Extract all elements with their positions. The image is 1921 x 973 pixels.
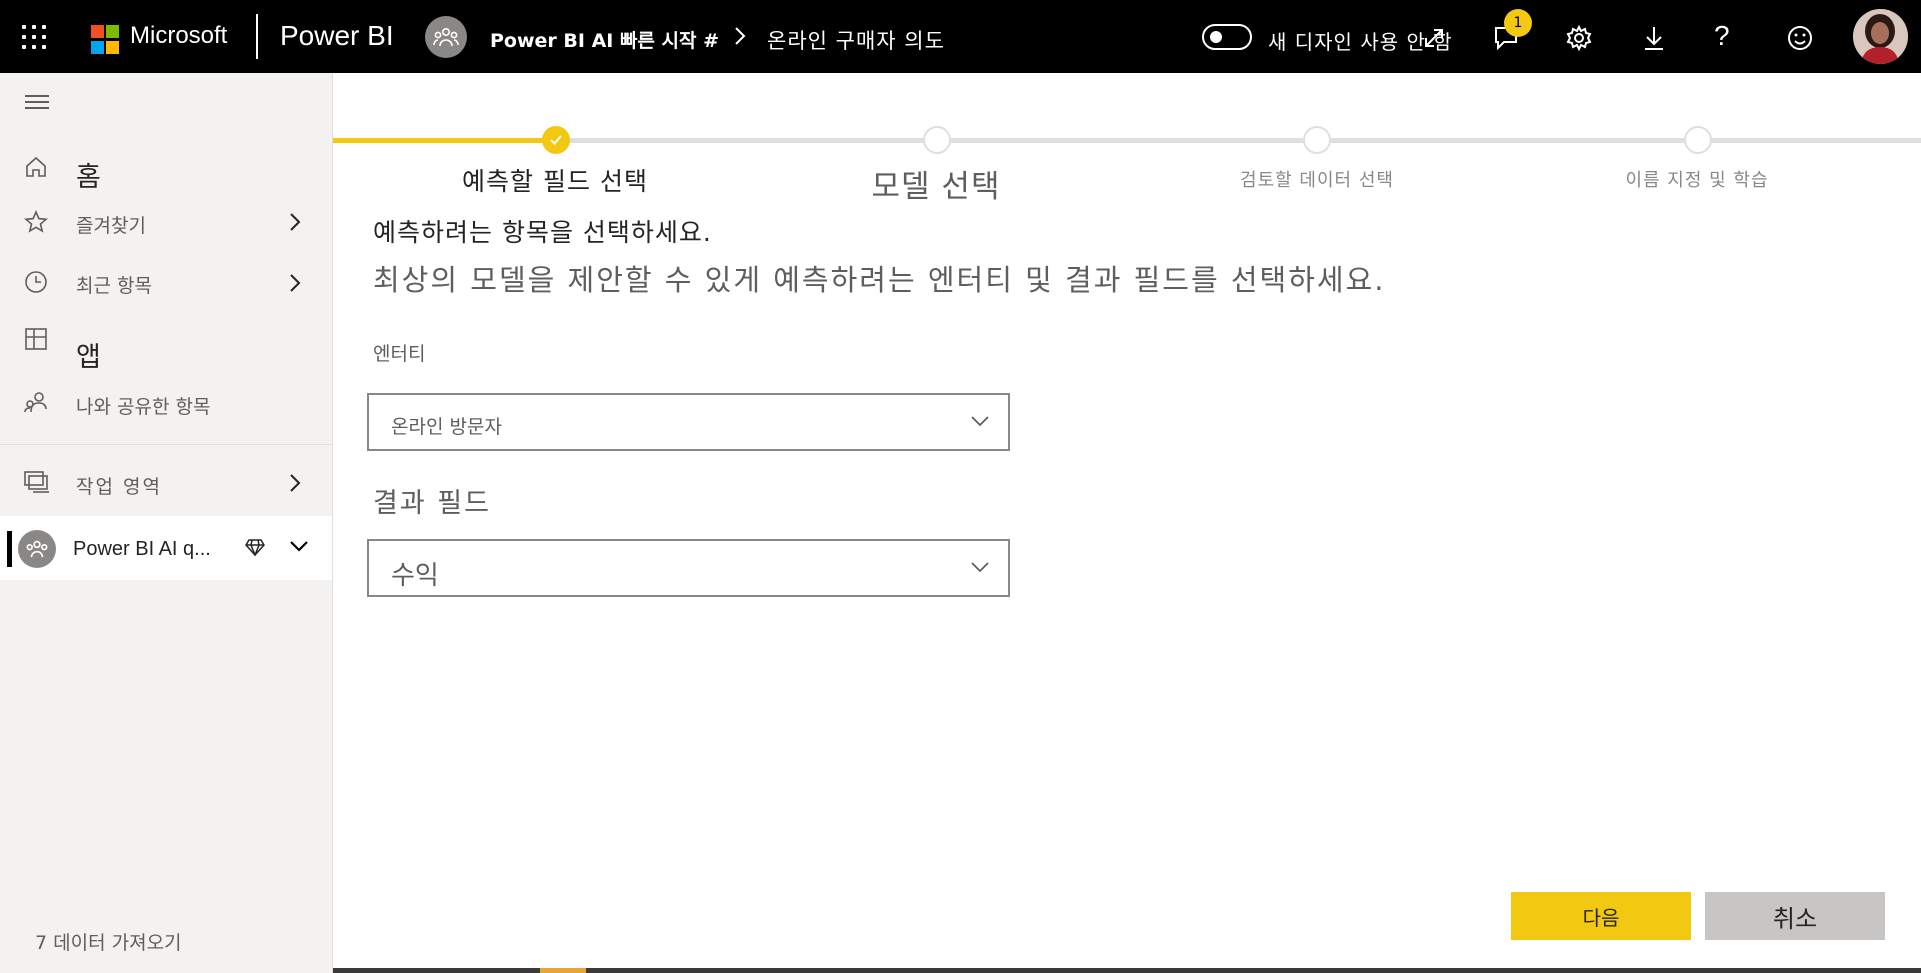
sidebar-item-label: 즐겨찾기 [76,215,146,237]
sidebar-item-favorites[interactable]: 즐겨찾기 [0,197,332,247]
apps-icon [24,327,48,355]
bottom-strip [333,968,1921,973]
outcome-field-dropdown[interactable]: 수익 [367,539,1010,597]
step-1-check-icon [542,126,570,154]
hamburger-icon[interactable] [25,95,49,111]
sidebar-active-workspace[interactable]: Power BI AI q... [0,516,332,580]
workspace-icon[interactable] [425,16,467,58]
step-4-label: 이름 지정 및 학습 [1625,170,1769,191]
active-indicator [7,531,12,567]
premium-diamond-icon [245,538,265,560]
workspace-name: Power BI AI q... [73,538,211,560]
star-icon [24,209,48,238]
new-design-toggle[interactable] [1202,24,1252,50]
brand-name: Microsoft [130,22,228,49]
entity-label: 엔터티 [373,343,426,365]
sidebar-item-shared[interactable]: 나와 공유한 항목 [0,378,332,428]
microsoft-logo [91,25,120,54]
wizard-progress-fill [333,138,556,143]
header-divider [256,14,258,59]
next-button[interactable]: 다음 [1511,892,1691,940]
main-content: 예측할 필드 선택 모델 선택 검토할 데이터 선택 이름 지정 및 학습 예측… [333,73,1921,973]
outcome-field-label: 결과 필드 [373,488,491,519]
sidebar-item-apps[interactable]: 앱 [0,325,332,375]
sidebar-item-label: 앱 [76,342,101,373]
shared-icon [24,390,48,418]
help-icon[interactable]: ? [1714,20,1730,52]
chevron-down-icon [970,413,990,432]
get-data-link[interactable]: 7 데이터 가져오기 [35,928,182,955]
expand-icon[interactable] [1420,24,1448,56]
step-3-dot [1303,126,1331,154]
top-bar: Microsoft Power BI Power BI AI 빠른 시작 # 온… [0,0,1921,73]
sidebar-item-workspaces[interactable]: 작업 영역 [0,458,332,508]
chevron-right-icon[interactable] [288,472,302,498]
clock-icon [24,270,48,298]
user-avatar[interactable] [1853,9,1908,64]
download-icon[interactable] [1640,24,1668,56]
sidebar-item-recent[interactable]: 최근 항목 [0,258,332,308]
breadcrumb-page: 온라인 구매자 의도 [767,29,945,53]
product-name[interactable]: Power BI [280,20,394,52]
entity-dropdown[interactable]: 온라인 방문자 [367,393,1010,451]
chevron-right-icon[interactable] [288,272,302,298]
entity-value: 온라인 방문자 [391,416,502,438]
step-2-dot [923,126,951,154]
sidebar-item-label: 작업 영역 [76,476,162,498]
breadcrumb-workspace[interactable]: Power BI AI 빠른 시작 # [490,26,719,53]
workspace-icon [18,530,56,568]
sidebar-item-home[interactable]: 홈 [0,143,332,193]
sidebar-divider [0,444,332,445]
chevron-down-icon[interactable] [288,538,310,558]
sidebar-item-label: 나와 공유한 항목 [76,396,211,418]
step-1-label: 예측할 필드 선택 [462,167,648,196]
home-icon [24,155,48,183]
chevron-right-icon[interactable] [288,211,302,237]
sidebar-item-label: 최근 항목 [76,275,152,297]
step-3-label: 검토할 데이터 선택 [1240,170,1394,191]
chevron-right-icon [733,24,747,52]
page-title: 예측하려는 항목을 선택하세요. [373,218,712,247]
outcome-field-value: 수익 [391,561,439,591]
sidebar-item-label: 홈 [76,162,101,193]
waffle-icon[interactable] [22,25,46,49]
page-subtitle: 최상의 모델을 제안할 수 있게 예측하려는 엔터티 및 결과 필드를 선택하세… [373,263,1386,297]
chevron-down-icon [970,559,990,578]
cancel-button[interactable]: 취소 [1705,892,1885,940]
notification-badge: 1 [1504,9,1532,37]
sidebar: 홈 즐겨찾기 최근 항목 앱 나와 공유한 항목 작업 영역 Power BI … [0,73,333,973]
smiley-icon[interactable] [1786,24,1814,56]
step-4-dot [1684,126,1712,154]
workspaces-icon [24,470,50,498]
gear-icon[interactable] [1565,24,1593,56]
wizard-progress-track [333,138,1921,143]
step-2-label: 모델 선택 [871,169,1001,205]
